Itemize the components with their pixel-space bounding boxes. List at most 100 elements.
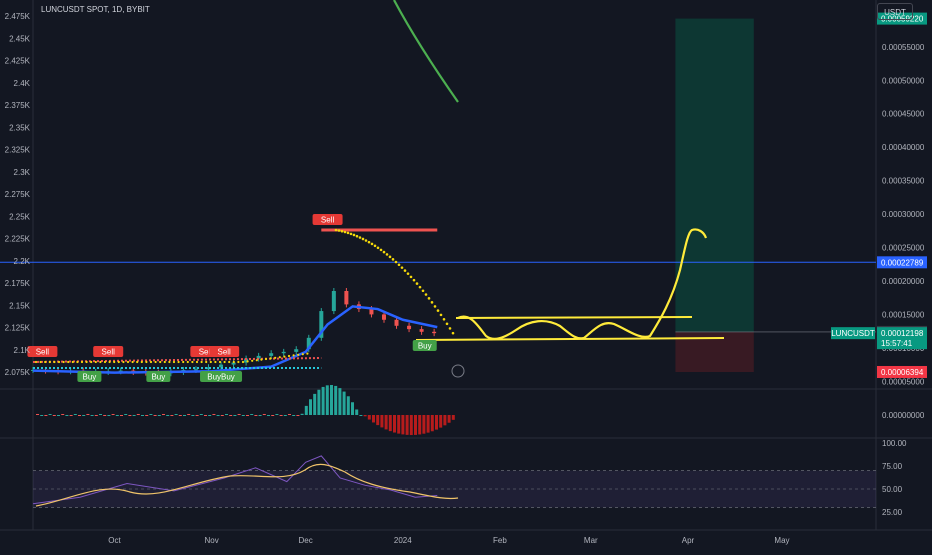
candle <box>193 369 198 371</box>
range-top-line <box>455 316 693 319</box>
trend-dot <box>57 360 61 364</box>
histogram-bar <box>73 414 77 415</box>
left-axis-tick: 2.175K <box>5 279 31 288</box>
signal-label: Sell <box>102 348 116 357</box>
rsi-axis-tick: 75.00 <box>882 462 903 471</box>
histogram-bar <box>372 415 375 423</box>
histogram-bar <box>162 414 165 415</box>
histogram-bar <box>321 386 325 415</box>
trend-dot <box>358 236 362 239</box>
trend-dot <box>241 360 245 364</box>
histogram-bar <box>82 415 86 416</box>
trend-dot <box>376 246 380 250</box>
right-axis-tick: 0.00040000 <box>882 143 925 152</box>
histogram-bar <box>309 399 312 415</box>
trend-dot <box>251 359 254 362</box>
signal-label: Sell <box>217 348 231 357</box>
histogram-bar <box>246 415 249 416</box>
trend-dot <box>427 297 431 300</box>
histogram-bar <box>178 415 182 416</box>
trend-dot <box>430 301 434 304</box>
currency-button[interactable]: USDT <box>877 3 913 20</box>
trend-dot <box>355 234 359 238</box>
replay-icon <box>451 364 465 378</box>
signal-label: BuyBuy <box>207 373 235 382</box>
histogram-bar <box>283 415 287 416</box>
trend-dot <box>412 278 416 282</box>
trend-dot <box>108 360 111 364</box>
left-axis-tick: 2.2K <box>14 257 31 266</box>
trend-dot <box>177 360 180 364</box>
left-axis-tick: 2.35K <box>9 123 31 132</box>
trend-dot <box>136 360 139 364</box>
histogram-bar <box>405 415 409 435</box>
histogram-bar <box>170 415 174 416</box>
left-axis-tick: 2.1K <box>14 346 31 355</box>
rsi-axis-tick: 100.00 <box>882 439 907 448</box>
trend-dot <box>186 360 189 364</box>
trend-dot <box>67 360 70 364</box>
histogram-bar <box>65 415 69 416</box>
histogram-bar <box>380 415 384 428</box>
signal-label: Sell <box>36 348 50 357</box>
trend-dot <box>343 230 347 234</box>
right-axis-tick: 0.00030000 <box>882 210 925 219</box>
histogram-bar <box>136 414 140 415</box>
histogram-bar <box>351 402 354 415</box>
trend-dot <box>301 353 304 356</box>
drawings[interactable] <box>393 0 725 341</box>
trend-dot <box>214 360 217 364</box>
histogram-bar <box>90 415 94 416</box>
trend-dot <box>292 354 295 357</box>
x-axis-tick: Apr <box>682 536 695 545</box>
trend-dot <box>39 360 42 364</box>
candle <box>219 364 224 368</box>
left-axis-tick: 2.3K <box>14 168 31 177</box>
trend-dot <box>397 263 401 267</box>
trend-dot <box>209 360 212 364</box>
left-axis-tick: 2.4K <box>14 79 31 88</box>
histogram-bar <box>187 414 191 415</box>
trend-dot <box>337 229 341 232</box>
candle <box>281 351 286 354</box>
histogram-bar <box>262 414 266 415</box>
histogram-bar <box>250 414 254 415</box>
trend-dot <box>80 360 84 364</box>
trend-dot <box>388 255 392 259</box>
histogram-bar <box>166 415 170 416</box>
histogram-bar <box>363 415 367 417</box>
left-axis-tick: 2.375K <box>5 101 31 110</box>
histogram-bar <box>191 415 195 416</box>
histogram-bar <box>409 415 413 436</box>
histogram-bar <box>346 396 350 415</box>
histogram-bar <box>388 415 392 432</box>
left-axis-tick: 2.075K <box>5 368 31 377</box>
axes: 0.00055000 0.00050000 0.00045000 0.00040000… <box>5 12 925 545</box>
chart-svg[interactable]: Sell Sell Sell SellSellBuy Buy BuyBuyBuy 0.00… <box>0 0 932 550</box>
histogram-bar <box>233 415 237 416</box>
trend-dot <box>394 260 398 264</box>
candle <box>394 319 399 326</box>
trend-dot <box>442 317 446 321</box>
last-price-text: 0.00012198 <box>881 329 924 338</box>
candle <box>419 329 424 332</box>
histogram-bar <box>393 415 396 433</box>
histogram-bar <box>183 415 186 416</box>
position-zones[interactable] <box>675 18 876 372</box>
symbol-tag-text: LUNCUSDT <box>831 329 875 338</box>
histogram-bar <box>292 415 296 416</box>
trend-dot <box>346 231 350 235</box>
histogram-bar <box>447 415 451 423</box>
trend-dot <box>122 360 125 364</box>
trend-dot <box>451 331 455 335</box>
candle <box>344 291 349 305</box>
trend-dot <box>113 360 116 364</box>
histogram-bar <box>220 415 224 416</box>
trend-dot <box>448 327 452 330</box>
left-axis-tick: 2.475K <box>5 12 31 21</box>
signal-label: Buy <box>151 373 165 382</box>
histogram-bar <box>94 415 98 416</box>
chart-canvas[interactable]: Sell Sell Sell Sell Sell Buy Buy BuyBuy Buy 0.00… <box>0 0 932 550</box>
left-axis-tick: 2.125K <box>5 324 31 333</box>
right-axis-tick: 0.00035000 <box>882 177 925 186</box>
